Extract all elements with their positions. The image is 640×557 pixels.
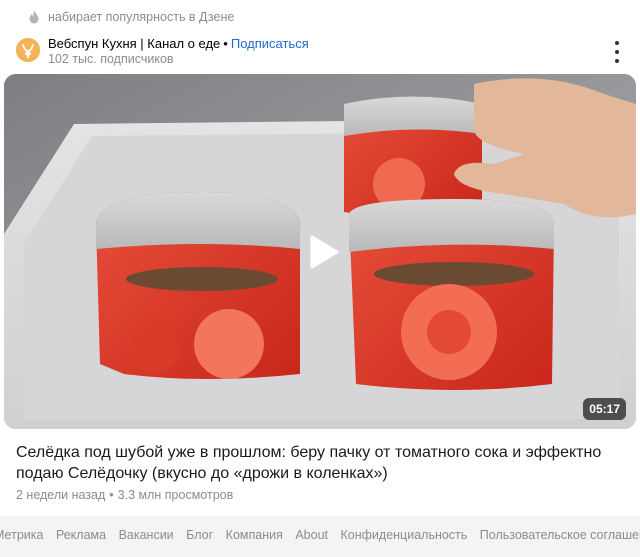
view-count: 3.3 млн просмотров bbox=[117, 488, 234, 502]
play-icon[interactable] bbox=[305, 234, 341, 270]
footer-link-blog[interactable]: Блог bbox=[186, 528, 213, 542]
video-meta: 2 недели назад • 3.3 млн просмотров bbox=[16, 488, 233, 502]
footer-link-vacancies[interactable]: Вакансии bbox=[119, 528, 174, 542]
trending-row: набирает популярность в Дзене bbox=[28, 9, 234, 25]
footer-link-metrika[interactable]: Метрика bbox=[0, 528, 43, 542]
flame-icon bbox=[28, 10, 40, 24]
channel-avatar[interactable] bbox=[16, 38, 40, 62]
footer-link-about[interactable]: About bbox=[295, 528, 328, 542]
video-title[interactable]: Селёдка под шубой уже в прошлом: беру па… bbox=[16, 442, 624, 484]
footer: Метрика Реклама Вакансии Блог Компания A… bbox=[0, 516, 640, 557]
channel-info: Вебспун Кухня | Канал о еде • Подписаться … bbox=[48, 36, 309, 67]
menu-dot bbox=[615, 41, 619, 45]
separator-dot: • bbox=[109, 488, 114, 502]
separator-dot: • bbox=[223, 36, 228, 51]
footer-link-privacy[interactable]: Конфиденциальность bbox=[341, 528, 468, 542]
publish-age: 2 недели назад bbox=[16, 488, 106, 502]
more-options-button[interactable] bbox=[612, 41, 622, 63]
channel-header: Вебспун Кухня | Канал о еде • Подписаться … bbox=[16, 36, 628, 68]
trending-label: набирает популярность в Дзене bbox=[48, 10, 235, 24]
video-duration-badge: 05:17 bbox=[583, 398, 626, 420]
menu-dot bbox=[615, 59, 619, 63]
channel-name[interactable]: Вебспун Кухня | Канал о еде bbox=[48, 36, 220, 51]
footer-link-terms[interactable]: Пользовательское соглашение bbox=[480, 528, 640, 542]
subscribe-button[interactable]: Подписаться bbox=[231, 36, 309, 51]
menu-dot bbox=[615, 50, 619, 54]
footer-link-company[interactable]: Компания bbox=[226, 528, 283, 542]
footer-link-advertising[interactable]: Реклама bbox=[56, 528, 106, 542]
video-player[interactable]: 05:17 bbox=[4, 74, 636, 429]
footer-links: Метрика Реклама Вакансии Блог Компания A… bbox=[0, 528, 640, 542]
subscriber-count: 102 тыс. подписчиков bbox=[48, 52, 174, 66]
